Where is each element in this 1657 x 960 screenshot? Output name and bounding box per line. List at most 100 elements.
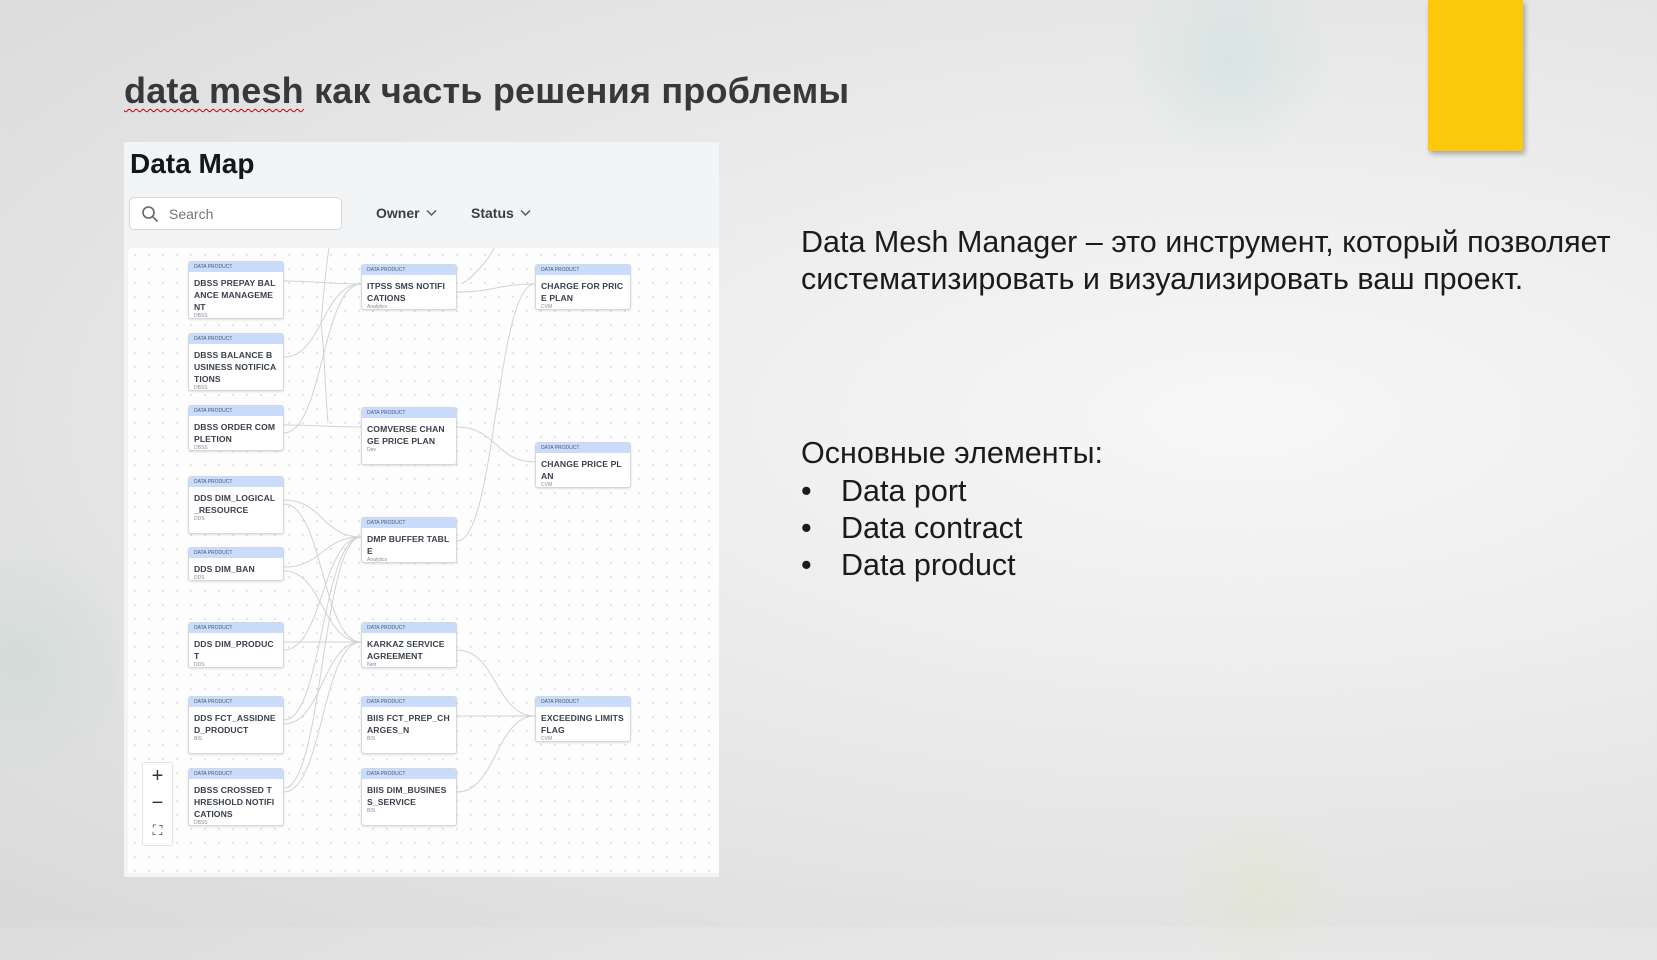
edge	[456, 283, 536, 542]
node-name: CHARGE FOR PRICE PLAN	[541, 281, 624, 303]
data-product-node[interactable]: DATA PRODUCT COMVERSE CHANGE PRICE PLAN De…	[361, 407, 457, 465]
data-product-node[interactable]: DATA PRODUCT CHANGE PRICE PLAN CVM	[535, 442, 631, 488]
slide-title-prefix: data mesh	[124, 70, 304, 111]
node-name: DBSS ORDER COMPLETION	[194, 422, 276, 444]
node-owner: DBSS	[194, 385, 208, 391]
node-owner: DBSS	[194, 313, 208, 319]
node-owner: BIS	[194, 736, 203, 742]
search-box[interactable]	[129, 197, 342, 230]
edge	[283, 283, 362, 358]
data-product-node[interactable]: DATA PRODUCT DDS FCT_ASSIDNED_PRODUCT BIS	[188, 696, 284, 754]
data-product-node[interactable]: DATA PRODUCT DBSS BALANCE BUSINESS NOTIFI…	[188, 333, 284, 391]
node-owner: DDS	[194, 516, 205, 522]
node-owner: Nett	[367, 662, 377, 668]
node-type-label: DATA PRODUCT	[362, 697, 456, 707]
data-product-node[interactable]: DATA PRODUCT DDS DIM_PRODUCT DDS	[188, 622, 284, 668]
node-name: CHANGE PRICE PLAN	[541, 459, 622, 481]
node-owner: DDS	[194, 575, 205, 581]
node-name: DBSS CROSSED THRESHOLD NOTIFICATIONS	[194, 785, 275, 819]
node-type-label: DATA PRODUCT	[362, 518, 456, 528]
data-product-node[interactable]: DATA PRODUCT EXCEEDING LIMITS FLAG CVM	[535, 696, 631, 742]
node-owner: BIS	[367, 808, 376, 814]
node-type-label: DATA PRODUCT	[189, 697, 283, 707]
data-product-node[interactable]: DATA PRODUCT BIIS FCT_PREP_CHARGES_N BIS	[361, 696, 457, 754]
zoom-in-button[interactable]: +	[143, 763, 172, 790]
node-owner: Analytics	[367, 557, 388, 563]
elements-heading: Основные элементы:	[801, 436, 1103, 470]
chevron-down-icon	[520, 210, 531, 216]
status-filter[interactable]: Status	[471, 205, 531, 221]
edge	[283, 641, 362, 725]
node-type-label: DATA PRODUCT	[536, 265, 630, 275]
background-glow	[1160, 820, 1360, 960]
node-name: COMVERSE CHANGE PRICE PLAN	[367, 424, 445, 446]
node-type-label: DATA PRODUCT	[362, 408, 456, 418]
description-text: Data Mesh Manager – это инструмент, кото…	[801, 225, 1611, 296]
node-type-label: DATA PRODUCT	[362, 265, 456, 275]
node-name: DDS FCT_ASSIDNED_PRODUCT	[194, 713, 276, 735]
search-input[interactable]	[169, 205, 329, 222]
owner-filter[interactable]: Owner	[376, 205, 437, 221]
elements-list: • Data port • Data contract • Data product	[801, 473, 1022, 584]
data-product-node[interactable]: DATA PRODUCT DMP BUFFER TABLE Analytics	[361, 517, 457, 563]
list-item: • Data product	[801, 548, 1016, 582]
edge	[456, 426, 536, 463]
node-name: KARKAZ SERVICE AGREEMENT	[367, 639, 445, 661]
node-name: ITPSS SMS NOTIFICATIONS	[367, 281, 445, 303]
list-item: • Data contract	[801, 511, 1023, 545]
data-product-node[interactable]: DATA PRODUCT ITPSS SMS NOTIFICATIONS Analy…	[361, 264, 457, 310]
node-owner: DBSS	[194, 445, 208, 451]
node-name: DBSS BALANCE BUSINESS NOTIFICATIONS	[194, 350, 277, 384]
node-owner: DBSS	[194, 820, 208, 826]
data-product-node[interactable]: DATA PRODUCT CHARGE FOR PRICE PLAN CVM	[535, 264, 631, 310]
node-owner: BIS	[367, 736, 376, 742]
data-map-canvas[interactable]: DATA PRODUCT DBSS PREPAY BALANCE MANAGEME…	[128, 248, 719, 873]
edge	[320, 322, 329, 424]
fit-view-button[interactable]: ⛶	[143, 817, 172, 844]
node-name: EXCEEDING LIMITS FLAG	[541, 713, 624, 735]
slide-title-rest: как часть решения проблемы	[303, 70, 850, 111]
node-owner: DDS	[194, 662, 205, 668]
data-product-node[interactable]: DATA PRODUCT DDS DIM_BAN DDS	[188, 547, 284, 581]
data-product-node[interactable]: DATA PRODUCT DBSS PREPAY BALANCE MANAGEME…	[188, 261, 284, 319]
background-glow	[0, 520, 120, 800]
node-name: DBSS PREPAY BALANCE MANAGEMENT	[194, 278, 276, 312]
edge	[283, 536, 362, 651]
node-name: DDS DIM_PRODUCT	[194, 639, 274, 661]
node-owner: Analytics	[367, 304, 388, 310]
node-type-label: DATA PRODUCT	[536, 443, 630, 453]
status-filter-label: Status	[471, 205, 514, 221]
data-product-node[interactable]: DATA PRODUCT DDS DIM_LOGICAL_RESOURCE DDS	[188, 476, 284, 534]
chevron-down-icon	[426, 210, 437, 216]
zoom-controls: + − ⛶	[142, 762, 173, 846]
edge	[456, 649, 536, 717]
slide-title: data mesh как часть решения проблемы	[124, 70, 849, 112]
node-type-label: DATA PRODUCT	[362, 623, 456, 633]
node-name: DDS DIM_BAN	[194, 564, 255, 574]
node-type-label: DATA PRODUCT	[189, 477, 283, 487]
node-type-label: DATA PRODUCT	[189, 623, 283, 633]
edge	[283, 499, 362, 538]
node-type-label: DATA PRODUCT	[189, 769, 283, 779]
edge	[456, 283, 536, 293]
node-name: DMP BUFFER TABLE	[367, 534, 450, 556]
node-type-label: DATA PRODUCT	[189, 262, 283, 272]
owner-filter-label: Owner	[376, 205, 420, 221]
node-type-label: DATA PRODUCT	[536, 697, 630, 707]
data-product-node[interactable]: DATA PRODUCT DBSS CROSSED THRESHOLD NOTIF…	[188, 768, 284, 826]
data-product-node[interactable]: DATA PRODUCT BIIS DIM_BUSINESS_SERVICE BIS	[361, 768, 457, 826]
edge	[283, 280, 362, 285]
node-name: BIIS DIM_BUSINESS_SERVICE	[367, 785, 447, 807]
edge	[283, 424, 362, 428]
search-icon	[141, 205, 165, 223]
edge	[283, 536, 362, 721]
data-product-node[interactable]: DATA PRODUCT DBSS ORDER COMPLETION DBSS	[188, 405, 284, 451]
node-owner: Dev	[367, 447, 376, 453]
node-owner: CVM	[541, 736, 553, 742]
zoom-out-button[interactable]: −	[143, 790, 172, 817]
node-name: DDS DIM_LOGICAL_RESOURCE	[194, 493, 276, 515]
data-map-title: Data Map	[130, 148, 255, 179]
data-product-node[interactable]: DATA PRODUCT KARKAZ SERVICE AGREEMENT Nett	[361, 622, 457, 668]
node-name: BIIS FCT_PREP_CHARGES_N	[367, 713, 450, 735]
edge	[460, 248, 495, 285]
